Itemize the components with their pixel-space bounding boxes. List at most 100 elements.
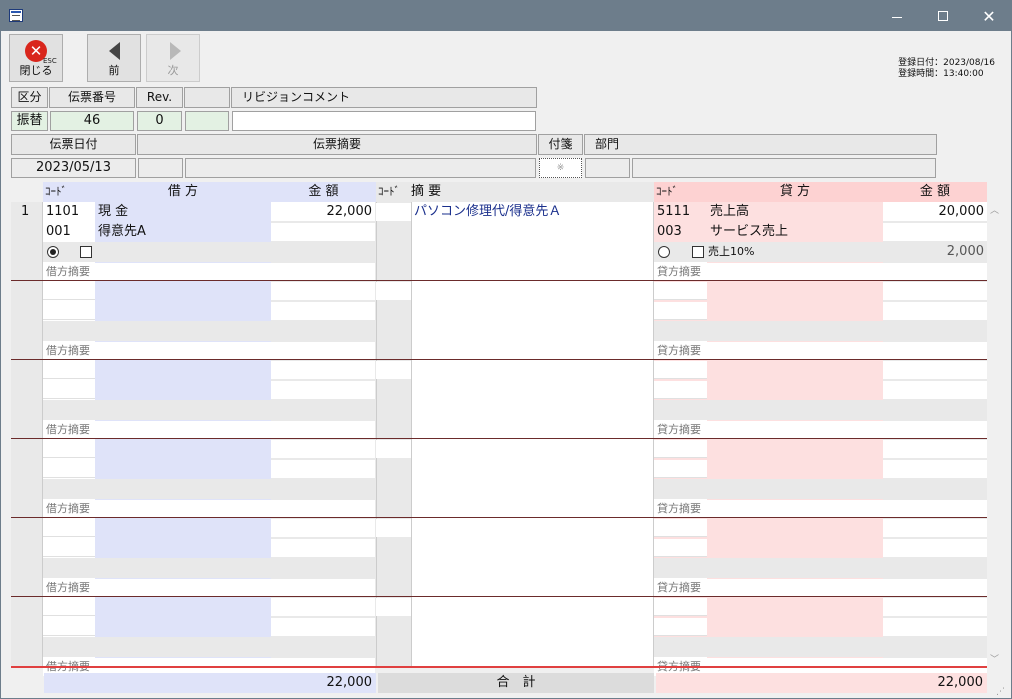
desc-code-cell[interactable] [376,519,411,537]
debit-amount[interactable]: 22,000 [271,202,375,221]
credit-sub-code[interactable]: 003 [654,222,707,241]
debit-code-cell[interactable] [43,598,95,616]
debit-total: 22,000 [44,673,376,693]
bumon-input[interactable] [632,158,936,178]
credit-code-cell[interactable] [654,539,707,557]
revision-comment-input[interactable] [232,111,536,131]
debit-amount-cell[interactable] [271,539,375,557]
credit-amount-cell[interactable] [883,223,987,241]
debit-amount-cell[interactable] [271,519,375,537]
debit-code-cell[interactable] [43,539,95,557]
desc-code-cell[interactable] [376,361,411,379]
kubun-value[interactable]: 振替 [11,111,48,131]
debit-memo-input[interactable] [95,263,375,281]
credit-code-cell[interactable] [654,598,707,616]
bumon-code-input[interactable] [585,158,630,178]
debit-code-cell[interactable] [43,519,95,537]
debit-amount-cell[interactable] [271,460,375,478]
credit-amount-cell[interactable] [883,361,987,379]
credit-amount-cell[interactable] [883,282,987,300]
debit-memo-input[interactable] [95,500,375,518]
credit-code-cell[interactable] [654,381,707,399]
next-label: 次 [167,64,179,77]
rev-input[interactable]: 0 [137,111,182,131]
debit-amount-cell[interactable] [271,223,375,241]
vertical-scrollbar[interactable]: ︿ ﹀ [987,201,1004,667]
credit-code-cell[interactable] [654,361,707,379]
tekiyo-input[interactable] [185,158,536,178]
prev-button[interactable]: 前 [87,34,141,82]
resize-grip-icon[interactable]: ⋰ [996,687,1006,697]
credit-code-cell[interactable] [654,519,707,537]
debit-account[interactable]: 現 金 [95,202,271,221]
denpyo-no-input[interactable]: 46 [50,111,134,131]
credit-memo-input[interactable] [707,342,987,360]
debit-memo-input[interactable] [95,421,375,439]
credit-amount-cell[interactable] [883,519,987,537]
desc-code-cell[interactable] [376,203,411,221]
debit-tax-radio-dot [50,249,56,255]
close-window-button[interactable]: ✕ [966,1,1012,31]
debit-amount-cell[interactable] [271,440,375,458]
credit-amount-cell[interactable] [883,539,987,557]
credit-memo-input[interactable] [707,579,987,597]
date-input[interactable]: 2023/05/13 [11,158,136,178]
credit-code-cell[interactable] [654,440,707,458]
debit-tax-checkbox[interactable] [80,246,92,258]
credit-amount-cell[interactable] [883,460,987,478]
credit-amount-cell[interactable] [883,618,987,636]
credit-code-cell[interactable] [654,302,707,320]
next-button[interactable]: 次 [146,34,200,82]
rev-extra-input[interactable] [185,111,229,131]
minimize-button[interactable] [874,1,920,31]
debit-code-cell[interactable] [43,361,95,379]
credit-amount-cell[interactable] [883,598,987,616]
date-label: 伝票日付 [11,134,136,155]
debit-tax-row [43,242,376,262]
toolbar: ✕ ESC 閉じる 前 次 登録日付：2023/08/16 登録時間：13:40… [1,31,1011,85]
credit-amount-cell[interactable] [883,440,987,458]
tekiyo-code-input[interactable] [138,158,183,178]
desc-code-cell[interactable] [376,282,411,300]
credit-memo-input[interactable] [707,263,987,281]
debit-code-cell[interactable] [43,440,95,458]
debit-sub-name[interactable]: 得意先A [95,222,271,241]
credit-code-cell[interactable] [654,618,707,636]
description[interactable]: パソコン修理代/得意先Ａ [411,202,654,221]
debit-code-cell[interactable] [43,302,95,320]
credit-memo-input[interactable] [707,500,987,518]
debit-amount-cell[interactable] [271,302,375,320]
debit-amount-cell[interactable] [271,361,375,379]
maximize-button[interactable] [920,1,966,31]
fusen-input[interactable]: ※ [539,158,582,178]
denpyo-no-label: 伝票番号 [49,87,135,108]
credit-code-cell[interactable] [654,460,707,478]
credit-tax-checkbox[interactable] [692,246,704,258]
scroll-up-icon[interactable]: ︿ [990,203,999,216]
desc-code-cell[interactable] [376,598,411,616]
debit-amount-cell[interactable] [271,282,375,300]
debit-amount-cell[interactable] [271,381,375,399]
credit-code[interactable]: 5111 [654,202,707,221]
debit-memo-input[interactable] [95,342,375,360]
credit-amount[interactable]: 20,000 [883,202,987,221]
scroll-down-icon[interactable]: ﹀ [990,652,999,665]
credit-tax-radio[interactable] [658,246,670,258]
debit-code[interactable]: 1101 [43,202,95,221]
desc-code-cell[interactable] [376,440,411,458]
debit-code-cell[interactable] [43,460,95,478]
credit-code-cell[interactable] [654,282,707,300]
credit-account[interactable]: 売上高 [707,202,883,221]
debit-amount-cell[interactable] [271,618,375,636]
credit-sub-name[interactable]: サービス売上 [707,222,883,241]
debit-memo-input[interactable] [95,579,375,597]
debit-sub-code[interactable]: 001 [43,222,95,241]
debit-amount-cell[interactable] [271,598,375,616]
debit-code-cell[interactable] [43,381,95,399]
close-button[interactable]: ✕ ESC 閉じる [9,34,63,82]
credit-memo-input[interactable] [707,421,987,439]
credit-amount-cell[interactable] [883,302,987,320]
debit-code-cell[interactable] [43,618,95,636]
credit-amount-cell[interactable] [883,381,987,399]
debit-code-cell[interactable] [43,282,95,300]
